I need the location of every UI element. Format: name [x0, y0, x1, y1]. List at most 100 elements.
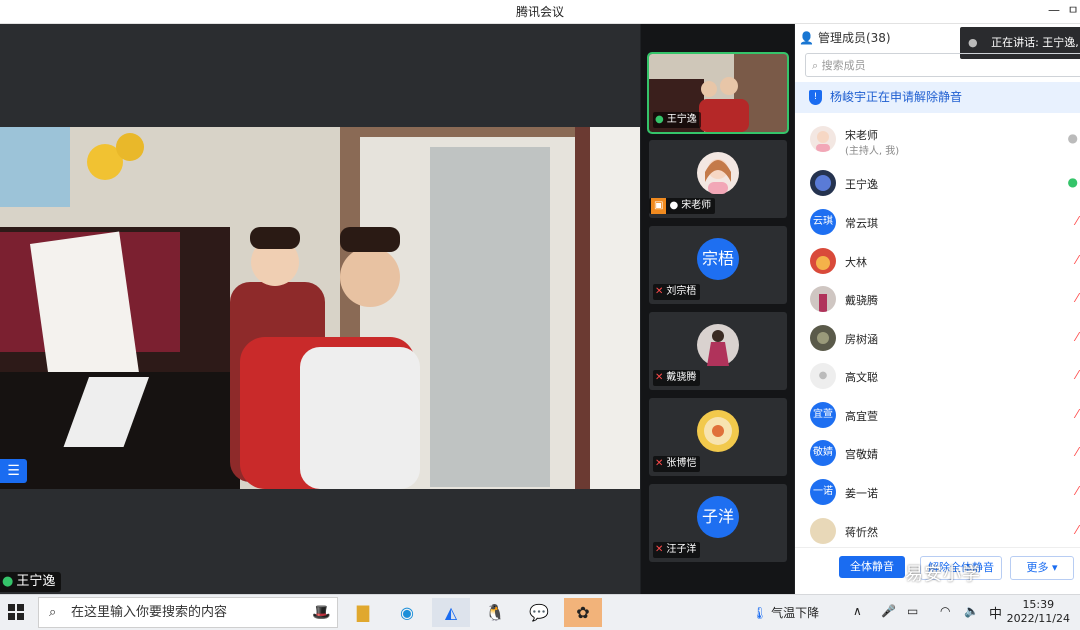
clock-time: 15:39: [1022, 598, 1055, 611]
member-row[interactable]: 房树涵 ⁄: [795, 319, 1080, 357]
avatar-illustration: [816, 131, 830, 152]
thumb-name: 戴骁腾: [666, 372, 697, 383]
mic-muted-icon: ✕: [655, 458, 664, 469]
member-avatar: [810, 248, 836, 274]
avatar-illustration: [817, 332, 829, 344]
mic-muted-icon[interactable]: ⁄: [1076, 291, 1078, 305]
file-explorer-icon[interactable]: ▇: [344, 598, 382, 627]
member-row[interactable]: 宜萱 高宜萱 ⁄: [795, 396, 1080, 434]
speaker-name: 王宁逸: [16, 574, 56, 589]
default-avatar-icon: ●: [810, 363, 836, 389]
thumb-tile[interactable]: ✕ 张博恺: [649, 398, 787, 476]
mic-icon[interactable]: ●: [1068, 131, 1078, 145]
mic-muted-icon[interactable]: ⁄: [1076, 330, 1078, 344]
edge-browser-icon[interactable]: ◉: [388, 598, 426, 627]
initials-avatar: 宗梧: [697, 238, 739, 280]
member-name: 宫敬婧: [845, 448, 878, 461]
avatar-illustration: [816, 256, 830, 270]
thumb-label: ● 王宁逸: [653, 112, 701, 128]
member-name: 姜一诺: [845, 487, 878, 500]
thumb-tile[interactable]: ● 王宁逸: [647, 52, 789, 134]
thumb-tile[interactable]: ✕ 戴骁腾: [649, 312, 787, 390]
member-row[interactable]: 敬婧 宫敬婧 ⁄: [795, 434, 1080, 472]
mic-muted-icon[interactable]: ⁄: [1076, 445, 1078, 459]
title-bar: 腾讯会议 — ㅁ: [0, 0, 1080, 24]
mic-muted-icon: ✕: [655, 544, 664, 555]
restore-button[interactable]: ㅁ: [1066, 0, 1080, 23]
thumb-name: 张博恺: [666, 458, 697, 469]
member-search-input[interactable]: ⌕ 搜索成员: [805, 53, 1080, 77]
member-name: 宋老师: [845, 129, 878, 142]
mic-muted-icon: ✕: [655, 286, 664, 297]
mic-muted-icon[interactable]: ⁄: [1076, 407, 1078, 421]
members-title: 管理成员(38): [817, 31, 891, 45]
member-name: 常云琪: [845, 217, 878, 230]
tencent-meeting-icon[interactable]: ◭: [432, 598, 470, 627]
windows-start-icon[interactable]: [8, 604, 24, 620]
mic-muted-icon[interactable]: ⁄: [1076, 368, 1078, 382]
thumb-tile[interactable]: ▣ ● 宋老师: [649, 140, 787, 218]
taskbar-search-input[interactable]: ⌕ 在这里输入你要搜索的内容 🎩: [38, 597, 338, 628]
mic-muted-icon: ✕: [655, 372, 664, 383]
participant-thumbnails: ● 王宁逸 ▣ ● 宋老师 宗梧 ✕ 刘宗梧 ✕ 戴骁腾 ✕ 张博恺 子洋 ✕ …: [641, 24, 794, 594]
wechat-icon[interactable]: 💬: [520, 598, 558, 627]
video-frame-illustration: [0, 127, 640, 489]
more-button[interactable]: 更多 ▾: [1010, 556, 1074, 580]
member-row[interactable]: 戴骁腾 ⁄: [795, 280, 1080, 318]
speaking-text: 正在讲话: 王宁逸,: [991, 36, 1079, 49]
member-row[interactable]: 王宁逸 ●: [795, 164, 1080, 202]
avatar-illustration: [815, 175, 831, 191]
volume-icon[interactable]: 🔈: [964, 604, 979, 618]
member-list-toggle-button[interactable]: ☰: [0, 459, 27, 483]
avatar-illustration: [819, 294, 827, 312]
microphone-icon[interactable]: 🎤: [881, 604, 896, 618]
thumb-label: ▣ ● 宋老师: [649, 198, 716, 214]
thumb-label: ✕ 汪子洋: [653, 542, 701, 558]
mic-muted-icon[interactable]: ⁄: [1076, 523, 1078, 537]
thermometer-icon: 🌡: [752, 606, 768, 620]
mic-muted-icon[interactable]: ⁄: [1076, 484, 1078, 498]
photo-avatar: [697, 324, 739, 366]
clock-date: 2022/11/24: [1006, 612, 1070, 625]
mic-on-icon[interactable]: ●: [1068, 175, 1078, 189]
search-placeholder: 搜索成员: [821, 59, 866, 72]
thumb-name: 王宁逸: [666, 114, 697, 125]
member-avatar: 一诺: [810, 479, 836, 505]
system-clock[interactable]: 15:39 2022/11/24: [1007, 598, 1070, 626]
app-icon[interactable]: ✿: [564, 598, 602, 627]
mic-muted-icon[interactable]: ⁄: [1076, 214, 1078, 228]
member-avatar: 敬婧: [810, 440, 836, 466]
thumb-tile[interactable]: 宗梧 ✕ 刘宗梧: [649, 226, 787, 304]
member-row[interactable]: 一诺 姜一诺 ⁄: [795, 473, 1080, 511]
wifi-icon[interactable]: ◠: [940, 604, 950, 618]
chevron-up-icon[interactable]: ∧: [853, 604, 862, 618]
ime-indicator[interactable]: 中: [989, 603, 1002, 622]
members-header: 👤 管理成员(38): [799, 29, 891, 46]
avatar-illustration: [707, 330, 729, 366]
member-avatar: [810, 325, 836, 351]
mic-muted-icon[interactable]: ⁄: [1076, 253, 1078, 267]
weather-widget[interactable]: 🌡 气温下降: [752, 604, 819, 621]
member-avatar: 宜萱: [810, 402, 836, 428]
member-name: 大林: [845, 256, 867, 269]
qq-icon[interactable]: 🐧: [476, 598, 514, 627]
thumb-name: 宋老师: [681, 200, 712, 211]
mute-all-button[interactable]: 全体静音: [839, 556, 905, 578]
member-avatar: [810, 170, 836, 196]
mic-icon: ●: [669, 200, 679, 211]
device-icon[interactable]: ▭: [907, 604, 918, 618]
members-panel: 👤 管理成员(38) ● 正在讲话: 王宁逸, ⌕ 搜索成员 ! 杨峻宇正在申请…: [795, 24, 1080, 595]
member-row[interactable]: 宋老师 (主持人, 我) ●: [795, 120, 1080, 158]
minimize-button[interactable]: —: [1040, 0, 1068, 23]
thumb-tile[interactable]: 子洋 ✕ 汪子洋: [649, 484, 787, 562]
main-video-stage: ☰ ● 王宁逸: [0, 24, 640, 594]
avatar-illustration: [705, 159, 731, 194]
thumb-name: 刘宗梧: [666, 286, 697, 297]
member-row[interactable]: 大林 ⁄: [795, 242, 1080, 280]
thumb-label: ✕ 张博恺: [653, 456, 701, 472]
main-video[interactable]: [0, 127, 640, 489]
unmute-request-notice[interactable]: ! 杨峻宇正在申请解除静音: [795, 82, 1080, 113]
member-row[interactable]: ● 高文聪 ⁄: [795, 357, 1080, 395]
member-row[interactable]: 云琪 常云琪 ⁄: [795, 203, 1080, 241]
member-row[interactable]: 蒋忻然 ⁄: [795, 512, 1080, 550]
